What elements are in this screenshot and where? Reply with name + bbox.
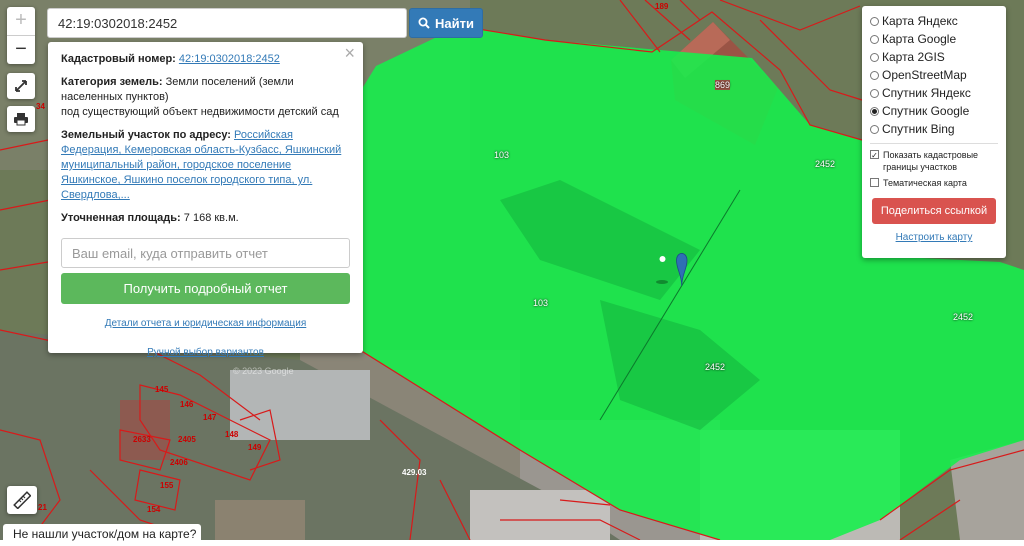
parcel-label: 147 bbox=[203, 413, 217, 422]
show-borders-toggle[interactable]: ✓ Показать кадастровые границы участков bbox=[870, 149, 998, 173]
radio-button-checked[interactable] bbox=[870, 106, 879, 116]
area-value: 7 168 кв.м. bbox=[183, 212, 239, 224]
divider bbox=[870, 143, 998, 144]
layer-option-selected[interactable]: Спутник Google bbox=[870, 102, 998, 120]
address-row: Земельный участок по адресу: Российская … bbox=[61, 128, 350, 203]
layer-option[interactable]: Карта Яндекс bbox=[870, 12, 998, 30]
parcel-label: 148 bbox=[225, 430, 239, 439]
map-watermark: © 2023 Google bbox=[233, 366, 294, 376]
layer-option[interactable]: Карта 2GIS bbox=[870, 48, 998, 66]
parcel-label: 149 bbox=[248, 443, 262, 452]
cadastral-number-link[interactable]: 42:19:0302018:2452 bbox=[179, 53, 280, 65]
cadastral-search-input[interactable] bbox=[47, 8, 407, 38]
land-category-row: Категория земель: Земли поселений (земли… bbox=[61, 75, 350, 120]
not-found-button[interactable]: Не нашли участок/дом на карте? bbox=[3, 524, 201, 546]
checkbox-checked[interactable]: ✓ bbox=[870, 150, 879, 160]
get-report-button[interactable]: Получить подробный отчет bbox=[61, 273, 350, 304]
search-icon bbox=[418, 17, 430, 29]
parcel-label: 2452 bbox=[953, 312, 974, 322]
radio-button[interactable] bbox=[870, 34, 879, 44]
expand-icon bbox=[15, 80, 27, 92]
cadastral-number-label: Кадастровый номер: bbox=[61, 53, 176, 65]
layer-option[interactable]: Карта Google bbox=[870, 30, 998, 48]
close-icon[interactable]: × bbox=[344, 44, 355, 62]
parcel-label: 155 bbox=[160, 481, 174, 490]
parcel-label: 2633 bbox=[133, 435, 151, 444]
layer-option[interactable]: Спутник Bing bbox=[870, 120, 998, 138]
checkbox[interactable] bbox=[870, 178, 879, 187]
ruler-button[interactable] bbox=[7, 486, 37, 514]
parcel-info-popup: × Кадастровый номер: 42:19:0302018:2452 … bbox=[48, 42, 363, 358]
layer-option-label: Спутник Яндекс bbox=[882, 86, 971, 100]
layer-option-label: Карта 2GIS bbox=[882, 50, 945, 64]
configure-map-link[interactable]: Настроить карту bbox=[896, 232, 973, 243]
printer-icon bbox=[14, 113, 28, 126]
find-button-label: Найти bbox=[435, 15, 474, 31]
radio-button[interactable] bbox=[870, 70, 879, 80]
layer-option-label: OpenStreetMap bbox=[882, 68, 967, 82]
radio-button[interactable] bbox=[870, 88, 879, 98]
layer-option-label: Спутник Google bbox=[882, 104, 970, 118]
thematic-map-toggle[interactable]: Тематическая карта bbox=[870, 177, 998, 189]
radio-button[interactable] bbox=[870, 16, 879, 26]
ruler-icon bbox=[13, 491, 31, 509]
parcel-label: 2405 bbox=[178, 435, 196, 444]
zoom-out-button[interactable]: − bbox=[7, 36, 35, 64]
parcel-label: 145 bbox=[155, 385, 169, 394]
show-borders-label: Показать кадастровые границы участков bbox=[883, 150, 979, 172]
find-button[interactable]: Найти bbox=[409, 8, 483, 38]
land-usage-value: под существующий объект недвижимости дет… bbox=[61, 106, 339, 118]
cadastral-number-row: Кадастровый номер: 42:19:0302018:2452 bbox=[61, 52, 350, 67]
layer-option-label: Карта Яндекс bbox=[882, 14, 958, 28]
zoom-in-button[interactable]: + bbox=[7, 7, 35, 36]
layer-option-label: Карта Google bbox=[882, 32, 957, 46]
radio-button[interactable] bbox=[870, 124, 879, 134]
parcel-label: 154 bbox=[147, 505, 161, 514]
land-category-label: Категория земель: bbox=[61, 76, 163, 88]
zoom-control: + − bbox=[7, 7, 35, 64]
report-details-link[interactable]: Детали отчета и юридическая информация bbox=[105, 318, 307, 329]
building-label: 869 bbox=[715, 80, 731, 90]
parcel-label: 103 bbox=[494, 150, 510, 160]
layers-panel: Карта Яндекс Карта Google Карта 2GIS Ope… bbox=[862, 6, 1006, 258]
parcel-label: 21 bbox=[38, 503, 47, 512]
print-button[interactable] bbox=[7, 106, 35, 132]
email-input[interactable] bbox=[61, 238, 350, 268]
radio-button[interactable] bbox=[870, 52, 879, 62]
parcel-label: 146 bbox=[180, 400, 194, 409]
parcel-label: 2452 bbox=[705, 362, 726, 372]
parcel-label: 2452 bbox=[815, 159, 836, 169]
parcel-label: 189 bbox=[655, 2, 669, 11]
parcel-label: 103 bbox=[533, 298, 549, 308]
thematic-map-label: Тематическая карта bbox=[883, 178, 967, 188]
layer-option[interactable]: Спутник Яндекс bbox=[870, 84, 998, 102]
parcel-label: 429.03 bbox=[402, 468, 427, 477]
layer-option-label: Спутник Bing bbox=[882, 122, 955, 136]
share-link-button[interactable]: Поделиться ссылкой bbox=[872, 198, 996, 224]
fullscreen-button[interactable] bbox=[7, 73, 35, 99]
parcel-label: 34 bbox=[36, 102, 45, 111]
parcel-label: 2406 bbox=[170, 458, 188, 467]
address-label: Земельный участок по адресу: bbox=[61, 129, 231, 141]
area-label: Уточненная площадь: bbox=[61, 212, 181, 224]
layer-option[interactable]: OpenStreetMap bbox=[870, 66, 998, 84]
manual-choice-link[interactable]: Ручной выбор вариантов bbox=[147, 347, 264, 358]
area-row: Уточненная площадь: 7 168 кв.м. bbox=[61, 211, 350, 226]
